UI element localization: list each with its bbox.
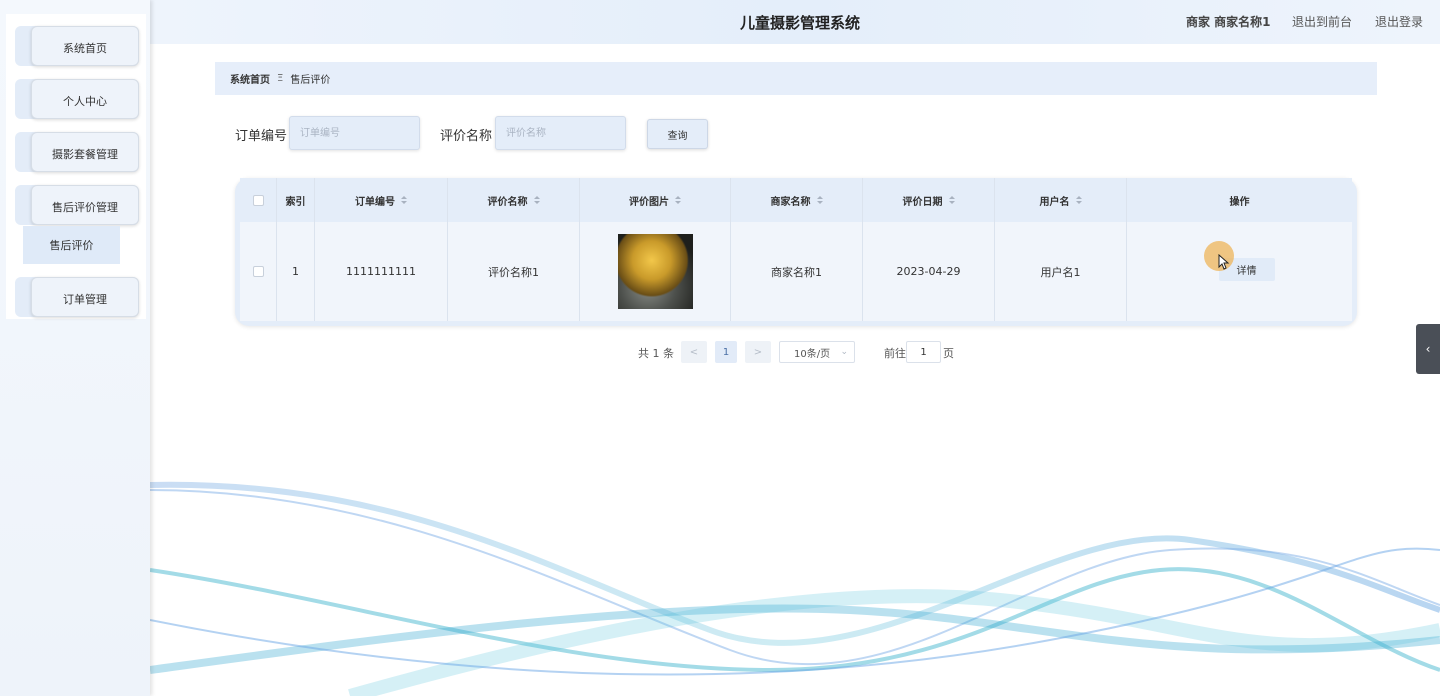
column-header-index: 索引: [277, 178, 315, 222]
sort-icon[interactable]: [948, 195, 955, 205]
page-size-value: 10条/页: [794, 348, 831, 360]
breadcrumb-current: 售后评价: [290, 75, 331, 86]
chevron-left-icon: ‹: [1425, 342, 1431, 356]
sidebar-item-label: 售后评价管理: [31, 185, 139, 225]
page-number-button[interactable]: 1: [715, 341, 737, 363]
breadcrumb: 系统首页 Ξ 售后评价: [215, 62, 1377, 95]
table-row: 1 1111111111 评价名称1 商家名称1 2023-04-29 用户名1…: [240, 222, 1352, 321]
cell-review-name: 评价名称1: [448, 222, 580, 321]
goto-prefix-label: 前往: [884, 347, 906, 360]
cell-review-image: [580, 222, 731, 321]
column-header-label: 商家名称: [770, 196, 811, 208]
review-name-input[interactable]: [495, 116, 626, 150]
cell-username: 用户名1: [995, 222, 1127, 321]
next-page-button[interactable]: >: [745, 341, 771, 363]
mouse-cursor-icon: [1218, 254, 1230, 270]
side-panel-toggle[interactable]: ‹: [1416, 324, 1440, 374]
chevron-down-icon: ⌄: [840, 347, 848, 357]
column-header-label: 评价日期: [902, 196, 943, 208]
select-all-checkbox[interactable]: [252, 194, 264, 206]
sort-icon[interactable]: [816, 195, 823, 205]
column-header-actions: 操作: [1229, 196, 1250, 208]
select-all-cell: [240, 178, 277, 222]
column-header-review-image[interactable]: 评价图片: [580, 178, 731, 222]
sidebar-item-reviews[interactable]: 售后评价管理: [15, 185, 139, 225]
column-header-label: 用户名: [1039, 196, 1070, 208]
row-select-cell: [240, 222, 277, 321]
sidebar-item-profile[interactable]: 个人中心: [15, 79, 139, 119]
pagination-total: 共 1 条: [638, 347, 674, 360]
back-to-front-link[interactable]: 退出到前台: [1292, 13, 1352, 30]
app-title: 儿童摄影管理系统: [740, 14, 861, 32]
order-no-input[interactable]: [289, 116, 420, 150]
data-table: 索引 订单编号 评价名称 评价图片 商家名称 评价日期 用户名 操作 1 111…: [235, 178, 1357, 326]
current-user-label: 商家 商家名称1: [1186, 15, 1271, 29]
review-name-label: 评价名称: [440, 129, 493, 144]
column-header-date[interactable]: 评价日期: [863, 178, 995, 222]
prev-page-button[interactable]: <: [681, 341, 707, 363]
sidebar-item-home[interactable]: 系统首页: [15, 26, 139, 66]
sort-icon[interactable]: [401, 195, 407, 205]
cell-date: 2023-04-29: [863, 222, 995, 321]
sidebar-item-label: 摄影套餐管理: [31, 132, 139, 172]
cell-index: 1: [277, 222, 315, 321]
cell-order-no: 1111111111: [315, 222, 448, 321]
breadcrumb-separator-icon: Ξ: [277, 73, 284, 84]
sidebar-item-orders[interactable]: 订单管理: [15, 277, 139, 317]
column-header-label: 订单编号: [355, 196, 395, 208]
sidebar-item-label: 个人中心: [31, 79, 139, 119]
column-header-merchant[interactable]: 商家名称: [731, 178, 863, 222]
query-button[interactable]: 查询: [647, 119, 708, 149]
sort-icon[interactable]: [1075, 195, 1082, 205]
order-no-label: 订单编号: [235, 129, 288, 144]
sort-icon[interactable]: [675, 195, 681, 205]
table-header: 索引 订单编号 评价名称 评价图片 商家名称 评价日期 用户名 操作: [240, 178, 1352, 222]
logout-link[interactable]: 退出登录: [1375, 13, 1423, 30]
column-header-order-no[interactable]: 订单编号: [315, 178, 448, 222]
sidebar-item-label: 系统首页: [31, 26, 139, 66]
column-header-label: 评价名称: [487, 196, 528, 208]
top-header: 儿童摄影管理系统 商家 商家名称1 退出到前台 退出登录: [150, 0, 1440, 44]
cell-actions: 详情: [1127, 222, 1352, 321]
goto-suffix-label: 页: [943, 347, 954, 360]
column-header-username[interactable]: 用户名: [995, 178, 1127, 222]
column-header-label: 评价图片: [629, 196, 669, 208]
goto-page-input[interactable]: 1: [906, 341, 941, 363]
sidebar: 系统首页 个人中心 摄影套餐管理 售后评价管理 售后评价 订单管理: [0, 0, 150, 696]
row-checkbox[interactable]: [252, 266, 264, 277]
sidebar-item-label: 订单管理: [31, 277, 139, 317]
cell-merchant: 商家名称1: [731, 222, 863, 321]
review-image-thumbnail[interactable]: [617, 234, 693, 309]
sort-icon[interactable]: [533, 195, 540, 205]
breadcrumb-home[interactable]: 系统首页: [230, 71, 270, 86]
column-header-review-name[interactable]: 评价名称: [448, 178, 580, 222]
sidebar-item-packages[interactable]: 摄影套餐管理: [15, 132, 139, 172]
submenu-item-reviews[interactable]: 售后评价: [23, 226, 120, 264]
page-size-select[interactable]: 10条/页 ⌄: [779, 341, 855, 363]
